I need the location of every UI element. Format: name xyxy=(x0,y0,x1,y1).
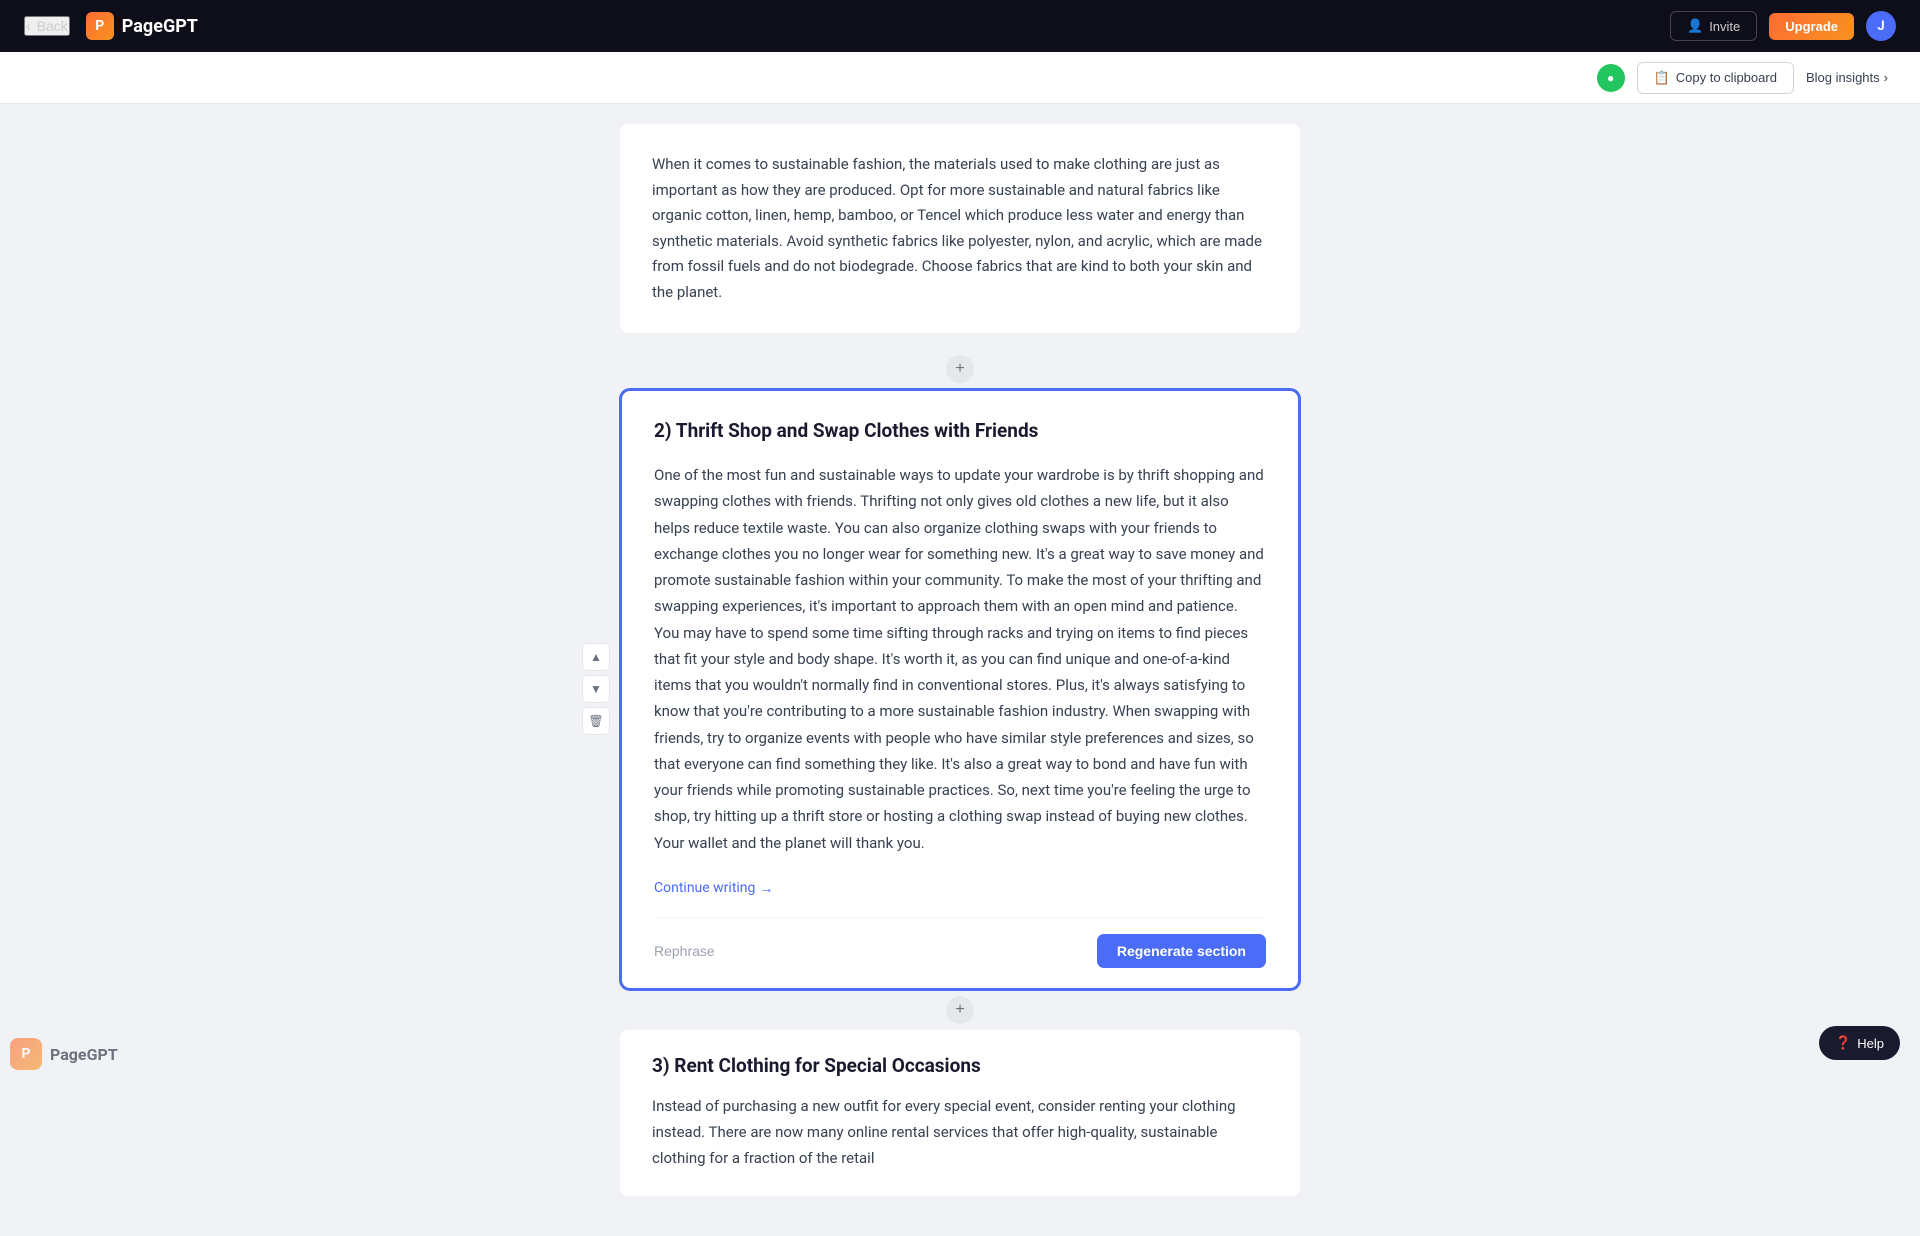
nav-left: ‹ Back P PageGPT xyxy=(24,12,198,40)
section-footer: Rephrase Regenerate section xyxy=(654,917,1266,968)
help-button[interactable]: ❓ Help xyxy=(1819,1026,1900,1060)
person-icon: 👤 xyxy=(1687,18,1703,34)
toolbar-bar: ● 📋 Copy to clipboard Blog insights › xyxy=(0,52,1920,104)
down-arrow-icon: ▼ xyxy=(590,682,602,696)
continue-writing-label: Continue writing xyxy=(654,880,755,896)
continue-writing-link[interactable]: Continue writing → xyxy=(654,880,773,897)
nav-right: 👤 Invite Upgrade J xyxy=(1670,11,1896,41)
user-avatar[interactable]: J xyxy=(1866,11,1896,41)
copy-clipboard-label: Copy to clipboard xyxy=(1676,70,1777,85)
delete-section-button[interactable]: 🗑 xyxy=(582,707,610,735)
section-3-title: 3) Rent Clothing for Special Occasions xyxy=(652,1054,1268,1077)
intro-text: When it comes to sustainable fashion, th… xyxy=(652,152,1268,305)
blog-insights-label: Blog insights xyxy=(1806,70,1880,85)
section-2-body: One of the most fun and sustainable ways… xyxy=(654,462,1266,856)
chevron-right-icon: › xyxy=(1884,70,1888,85)
trash-icon: 🗑 xyxy=(588,714,603,728)
add-section-button-top[interactable]: + xyxy=(946,355,974,383)
add-section-button-bottom[interactable]: + xyxy=(946,996,974,1024)
section-3-block: 3) Rent Clothing for Special Occasions I… xyxy=(620,1030,1300,1196)
help-icon: ❓ xyxy=(1835,1035,1851,1051)
back-arrow-icon: ‹ xyxy=(26,18,31,34)
section-2-card: ▲ ▼ 🗑 2) Thrift Shop and Swap Clothes wi… xyxy=(620,389,1300,990)
rephrase-button[interactable]: Rephrase xyxy=(654,943,715,959)
logo-text: PageGPT xyxy=(122,16,198,37)
status-indicator: ● xyxy=(1597,64,1625,92)
main-content: When it comes to sustainable fashion, th… xyxy=(0,104,1920,1236)
clipboard-icon: 📋 xyxy=(1654,70,1670,86)
continue-writing-arrow: → xyxy=(759,880,773,897)
invite-button[interactable]: 👤 Invite xyxy=(1670,11,1757,41)
logo-area: P PageGPT xyxy=(86,12,198,40)
move-down-button[interactable]: ▼ xyxy=(582,675,610,703)
section-3-body: Instead of purchasing a new outfit for e… xyxy=(652,1093,1268,1172)
intro-text-block: When it comes to sustainable fashion, th… xyxy=(620,124,1300,333)
blog-insights-button[interactable]: Blog insights › xyxy=(1806,70,1888,85)
up-arrow-icon: ▲ xyxy=(590,650,602,664)
upgrade-button[interactable]: Upgrade xyxy=(1769,13,1854,40)
copy-clipboard-button[interactable]: 📋 Copy to clipboard xyxy=(1637,62,1794,94)
top-nav: ‹ Back P PageGPT 👤 Invite Upgrade J xyxy=(0,0,1920,52)
check-icon: ● xyxy=(1607,71,1614,85)
logo-icon: P xyxy=(86,12,114,40)
bottom-logo-icon: P xyxy=(10,1038,42,1070)
section-divider-top: + xyxy=(620,349,1300,389)
content-area: When it comes to sustainable fashion, th… xyxy=(620,124,1300,1196)
regenerate-section-button[interactable]: Regenerate section xyxy=(1097,934,1266,968)
bottom-logo-text: PageGPT xyxy=(50,1045,118,1064)
back-button[interactable]: ‹ Back xyxy=(24,16,70,36)
section-2-title: 2) Thrift Shop and Swap Clothes with Fri… xyxy=(654,419,1266,442)
side-controls: ▲ ▼ 🗑 xyxy=(582,643,610,735)
bottom-watermark: P PageGPT xyxy=(10,1038,118,1070)
invite-label: Invite xyxy=(1709,19,1740,34)
help-label: Help xyxy=(1857,1036,1884,1051)
section-divider-bottom: + xyxy=(620,990,1300,1030)
back-label: Back xyxy=(37,18,68,34)
move-up-button[interactable]: ▲ xyxy=(582,643,610,671)
